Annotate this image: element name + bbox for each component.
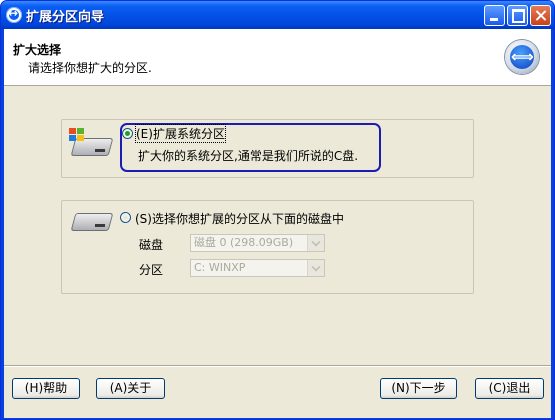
close-icon[interactable] — [530, 5, 551, 26]
extend-system-partition-label[interactable]: (E)扩展系统分区 — [135, 124, 226, 143]
choose-partition-label[interactable]: (S)选择你想扩展的分区从下面的磁盘中 — [135, 210, 344, 227]
system-disk-icon — [69, 128, 114, 160]
choose-partition-radio[interactable] — [120, 212, 131, 223]
next-button[interactable]: (N)下一步 — [380, 378, 457, 399]
window-title: 扩展分区向导 — [26, 10, 105, 25]
wizard-header: 扩大选择 请选择你想扩大的分区. — [4, 29, 551, 86]
exit-button[interactable]: (C)退出 — [475, 378, 544, 399]
help-button[interactable]: (H)帮助 — [12, 378, 80, 399]
chevron-down-icon[interactable] — [307, 260, 324, 276]
minimize-icon[interactable] — [484, 5, 505, 26]
disk-select[interactable]: 磁盘 0 (298.09GB) — [190, 234, 325, 252]
partition-label: 分区 — [139, 263, 164, 277]
wizard-client-area: 扩大选择 请选择你想扩大的分区. (E)扩展系统分区 扩大你的系统分区,通常是我… — [4, 29, 551, 418]
wizard-window: 扩展分区向导 扩大选择 请选择你想扩大的分区. (E)扩展系统分区 扩大你的系统… — [0, 0, 555, 420]
footer-divider — [4, 365, 551, 367]
extend-system-partition-radio[interactable] — [122, 128, 133, 139]
disk-label: 磁盘 — [139, 238, 164, 252]
wizard-app-icon — [6, 6, 22, 23]
partition-select-value: C: WINXP — [194, 261, 246, 274]
chevron-down-icon[interactable] — [307, 235, 324, 251]
disk-select-value: 磁盘 0 (298.09GB) — [194, 236, 294, 249]
extend-system-partition-description: 扩大你的系统分区,通常是我们所说的C盘. — [138, 149, 359, 163]
about-button[interactable]: (A)关于 — [96, 378, 165, 399]
partition-select[interactable]: C: WINXP — [190, 259, 325, 277]
windows-flag-icon — [69, 128, 85, 142]
maximize-icon[interactable] — [507, 5, 528, 26]
page-title: 扩大选择 — [13, 43, 62, 57]
page-subtitle: 请选择你想扩大的分区. — [28, 61, 152, 75]
title-bar[interactable]: 扩展分区向导 — [1, 1, 554, 29]
disk-icon — [69, 209, 114, 235]
resize-arrows-icon — [505, 40, 539, 74]
